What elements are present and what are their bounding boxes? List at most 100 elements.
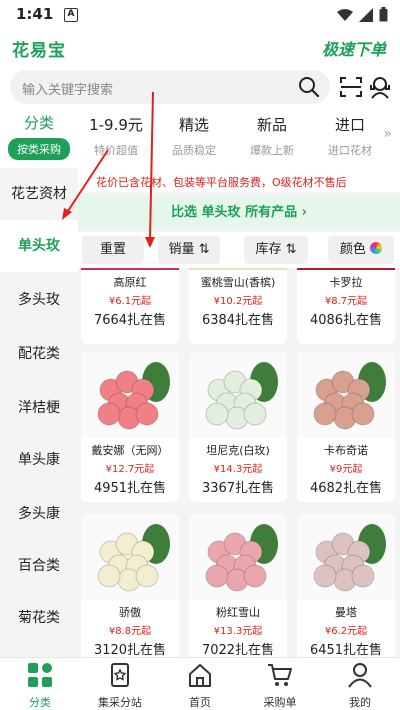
product-stock: 4086扎在售 (309, 313, 383, 328)
product-price: ¥6.1元起 (108, 296, 152, 307)
product-card[interactable]: 粉红雪山 ¥13.3元起 7022扎在售 (189, 514, 287, 657)
product-stock: 6384扎在售 (201, 313, 275, 328)
filter-bar: 重置 销量 ⇅ 库存 ⇅ 颜色 (78, 232, 400, 268)
category-tab-title: 分类 (23, 114, 54, 132)
category-tab-title: 新品 (256, 116, 287, 134)
customer-service-icon[interactable] (368, 75, 392, 99)
bottom-tab-bar: 分类 集采分站 首页 采购单 我的 (0, 657, 400, 710)
product-stock: 7664扎在售 (93, 313, 167, 328)
product-image[interactable] (81, 352, 179, 438)
category-tab-imported[interactable]: 进口 进口花材 (317, 114, 383, 158)
product-image[interactable] (189, 352, 287, 438)
sort-by-sales-button[interactable]: 销量 ⇅ (158, 236, 220, 264)
color-filter-label: 颜色 (339, 242, 366, 257)
product-image[interactable] (189, 514, 287, 600)
collection-icon (111, 663, 129, 687)
scan-icon[interactable] (340, 76, 362, 98)
product-name: 蜜桃雪山(香槟) (200, 276, 276, 289)
color-wheel-icon (370, 242, 383, 254)
tab-cart[interactable]: 采购单 (240, 662, 320, 710)
product-stock: 3120扎在售 (93, 643, 167, 657)
category-tab-budget[interactable]: 1-9.9元 特价超值 (83, 114, 149, 158)
sidebar-item-single-rose[interactable]: 单头玫 (0, 220, 78, 272)
product-stock: 4951扎在售 (93, 481, 167, 496)
product-image[interactable] (297, 352, 395, 438)
category-tab-sub: 按类采购 (8, 138, 70, 160)
search-placeholder: 输入关键字搜索 (22, 83, 114, 98)
category-tab-title: 1-9.9元 (89, 116, 143, 134)
category-tab-classify[interactable]: 分类 按类采购 (8, 112, 70, 160)
status-icons (337, 7, 388, 22)
category-tab-title: 进口 (334, 116, 365, 134)
product-image-cropped[interactable] (297, 268, 395, 270)
notification-icon: A (64, 8, 78, 22)
tab-category[interactable]: 分类 (0, 662, 80, 710)
category-tab-title: 精选 (178, 116, 209, 134)
price-notice: 花价已含花材、包装等平台服务费，O级花材不售后 (78, 168, 400, 192)
category-tab-sub: 品质稳定 (172, 144, 216, 157)
color-filter-button[interactable]: 颜色 (328, 236, 394, 264)
reset-button[interactable]: 重置 (82, 236, 144, 264)
product-image-cropped[interactable] (81, 268, 179, 270)
product-card[interactable]: 曼塔 ¥6.2元起 6451扎在售 (297, 514, 395, 657)
quick-order-logo[interactable]: 极速下单 (322, 36, 386, 60)
sidebar-item-floral-supplies[interactable]: 花艺资材 (0, 168, 78, 220)
product-card[interactable]: 骄傲 ¥8.8元起 3120扎在售 (81, 514, 179, 657)
grid-icon (28, 663, 52, 687)
category-sidebar: 花艺资材 单头玫 多头玫 配花类 洋桔梗 单头康 多头康 百合类 菊花类 (0, 168, 78, 657)
category-tab-sub: 特价超值 (94, 144, 138, 157)
home-icon (189, 664, 211, 687)
tab-label: 分类 (29, 696, 51, 709)
product-image[interactable] (81, 514, 179, 600)
product-name: 曼塔 (335, 606, 357, 619)
tab-home[interactable]: 首页 (160, 662, 240, 710)
product-price: ¥6.2元起 (324, 626, 368, 637)
category-tab-sub: 进口花材 (328, 144, 372, 157)
product-name: 高原红 (113, 276, 147, 289)
status-time: 1:41 (16, 5, 54, 23)
product-card[interactable]: 高原红 ¥6.1元起 7664扎在售 (81, 268, 179, 344)
product-card[interactable]: 卡布奇诺 ¥9元起 4682扎在售 (297, 352, 395, 502)
product-name: 卡布奇诺 (324, 444, 368, 457)
product-image-cropped[interactable] (189, 268, 287, 270)
product-card[interactable]: 戴安娜（无网） ¥12.7元起 4951扎在售 (81, 352, 179, 502)
top-category-bar: 分类 按类采购 1-9.9元 特价超值 精选 品质稳定 新品 爆款上新 进口 进… (0, 108, 400, 168)
more-categories-icon[interactable]: » (383, 126, 392, 142)
search-input[interactable]: 输入关键字搜索 (10, 70, 330, 104)
product-price: ¥12.7元起 (105, 464, 155, 475)
wifi-icon (337, 8, 353, 21)
tab-label: 采购单 (263, 696, 297, 709)
tab-label: 集采分站 (98, 696, 142, 709)
product-name: 骄傲 (119, 606, 141, 619)
product-image[interactable] (297, 514, 395, 600)
category-tab-new[interactable]: 新品 爆款上新 (239, 114, 305, 158)
app-header: 花易宝 极速下单 (0, 30, 400, 64)
category-tab-featured[interactable]: 精选 品质稳定 (161, 114, 227, 158)
sidebar-item-lily[interactable]: 百合类 (0, 540, 78, 592)
product-price: ¥13.3元起 (213, 626, 263, 637)
product-name: 坦尼克(白玫) (206, 444, 270, 457)
search-icon[interactable] (298, 76, 320, 98)
sidebar-item-spray-rose[interactable]: 多头玫 (0, 274, 78, 326)
product-price: ¥9元起 (329, 464, 363, 475)
tab-label: 首页 (189, 696, 211, 709)
product-price: ¥8.7元起 (324, 296, 368, 307)
compare-all-products-link[interactable]: 比选 单头玫 所有产品 › (78, 196, 400, 230)
sort-by-stock-button[interactable]: 库存 ⇅ (244, 236, 308, 264)
product-card[interactable]: 蜜桃雪山(香槟) ¥10.2元起 6384扎在售 (189, 268, 287, 344)
sidebar-item-filler-flowers[interactable]: 配花类 (0, 328, 78, 380)
tab-label: 我的 (349, 696, 371, 709)
product-price: ¥10.2元起 (213, 296, 263, 307)
sidebar-item-lisianthus[interactable]: 洋桔梗 (0, 382, 78, 434)
product-name: 卡罗拉 (329, 276, 363, 289)
category-tab-sub: 爆款上新 (250, 144, 294, 157)
sidebar-item-spray-carnation[interactable]: 多头康 (0, 488, 78, 540)
sidebar-item-single-carnation[interactable]: 单头康 (0, 434, 78, 486)
user-icon (348, 663, 372, 688)
tab-group-purchase[interactable]: 集采分站 (80, 662, 160, 710)
sidebar-item-chrysanthemum[interactable]: 菊花类 (0, 592, 78, 644)
tab-profile[interactable]: 我的 (320, 662, 400, 710)
product-card[interactable]: 卡罗拉 ¥8.7元起 4086扎在售 (297, 268, 395, 344)
app-logo: 花易宝 (12, 41, 66, 61)
product-card[interactable]: 坦尼克(白玫) ¥14.3元起 3367扎在售 (189, 352, 287, 502)
